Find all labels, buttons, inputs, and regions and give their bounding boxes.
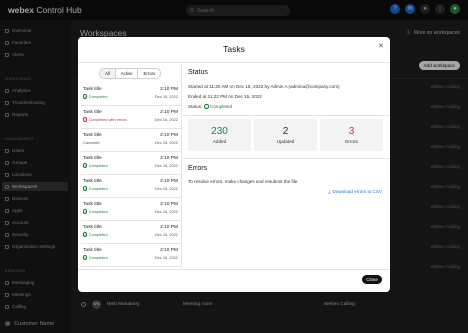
status-heading: Status [188, 69, 208, 76]
task-date: Dec 15, 2022 [154, 94, 178, 99]
task-list-item[interactable]: Task title ✓ Completed 2:10 PM Dec 15, 2022 [81, 83, 181, 106]
check-circle-icon: ✓ [83, 186, 88, 192]
task-title: Task title [83, 179, 102, 184]
task-time: 2:10 PM [160, 202, 178, 207]
task-list-item[interactable]: Task title ✓ Completed 2:10 PM Dec 15, 2022 [81, 198, 181, 221]
task-list-item[interactable]: Task title ✓ Completed 2:10 PM Dec 15, 2022 [81, 221, 181, 244]
task-filter-tabs: All Active Errors [99, 68, 162, 79]
check-circle-icon: ✓ [83, 232, 88, 238]
errors-card: 3 Errors [320, 119, 383, 151]
task-title: Task title [83, 87, 102, 92]
task-date: Dec 15, 2022 [154, 255, 178, 260]
error-icon: ! [83, 117, 88, 123]
filter-active[interactable]: Active [116, 69, 139, 78]
task-date: Dec 15, 2022 [154, 117, 178, 122]
task-status: ✓ Completed [83, 209, 108, 215]
task-time: 2:10 PM [160, 110, 178, 115]
task-title: Task title [83, 202, 102, 207]
task-date: Dec 15, 2022 [154, 140, 178, 145]
divider [183, 158, 390, 159]
task-date: Dec 15, 2022 [154, 163, 178, 168]
task-time: 2:10 PM [160, 156, 178, 161]
task-title: Task title [83, 110, 102, 115]
check-circle-icon: ✓ [83, 163, 88, 169]
updated-card: 2 Updated [254, 119, 317, 151]
close-icon[interactable]: ✕ [378, 42, 384, 50]
download-icon: ⤓ [328, 189, 331, 194]
task-status: ✓ Completed [83, 255, 108, 261]
task-status: ✓ Completed [83, 232, 108, 238]
divider [183, 115, 390, 116]
check-circle-icon: ✓ [83, 94, 88, 100]
divider [78, 269, 390, 270]
task-time: 2:10 PM [160, 179, 178, 184]
task-list-item[interactable]: Task title ✓ Completed 2:10 PM Dec 15, 2022 [81, 175, 181, 198]
errors-heading: Errors [188, 165, 208, 172]
filter-all[interactable]: All [100, 69, 116, 78]
added-card: 230 Added [188, 119, 251, 151]
close-button[interactable]: Close [362, 275, 382, 284]
task-date: Dec 15, 2022 [154, 209, 178, 214]
task-date: Dec 15, 2022 [154, 186, 178, 191]
task-list-item[interactable]: Task title ✓ Completed 2:10 PM Dec 15, 2022 [81, 152, 181, 175]
task-status: ✓ Completed [83, 94, 108, 100]
ended-text: Ended at 11:22 PM on Dec 15, 2022 [188, 94, 262, 99]
errors-text: To resolve errors, make changes and resu… [188, 179, 299, 184]
check-circle-icon: ✓ [83, 255, 88, 261]
control-hub-window: webex Control Hub ⚲ Search ? ✉ ● ⋮ ● Ove… [0, 0, 468, 333]
task-time: 2:10 PM [160, 133, 178, 138]
download-errors-link[interactable]: ⤓ Download errors to CSV [328, 189, 382, 194]
check-circle-icon: ✓ [204, 104, 209, 110]
task-time: 2:10 PM [160, 87, 178, 92]
task-status: Canceled [83, 140, 100, 145]
task-time: 2:10 PM [160, 225, 178, 230]
status-line: Status: ✓ Completed [188, 104, 233, 110]
task-date: Dec 15, 2022 [154, 232, 178, 237]
started-text: Started at 11:20 AM on Dec 15, 2022 by A… [188, 84, 340, 89]
task-time: 2:10 PM [160, 248, 178, 253]
task-list-item[interactable]: Task title ! Completed with errors 2:10 PM D… [81, 106, 181, 129]
task-list: All Active Errors Task title ✓ Completed 2:… [81, 64, 182, 268]
task-status: ✓ Completed [83, 186, 108, 192]
task-list-item[interactable]: Task title ✓ Completed 2:10 PM Dec 15, 2022 [81, 244, 181, 267]
task-details: Status Started at 11:20 AM on Dec 15, 20… [183, 64, 390, 268]
status-value: ✓ Completed [204, 104, 233, 110]
tasks-modal: Tasks ✕ All Active Errors Task title ✓ Com… [78, 37, 390, 292]
divider [78, 62, 390, 63]
task-list-item[interactable]: Task title Canceled 2:10 PM Dec 15, 2022 [81, 129, 181, 152]
task-title: Task title [83, 248, 102, 253]
task-title: Task title [83, 133, 102, 138]
task-title: Task title [83, 225, 102, 230]
check-circle-icon: ✓ [83, 209, 88, 215]
task-status: ! Completed with errors [83, 117, 127, 123]
task-status: ✓ Completed [83, 163, 108, 169]
task-title: Task title [83, 156, 102, 161]
filter-errors[interactable]: Errors [138, 69, 160, 78]
modal-title: Tasks [223, 44, 245, 54]
